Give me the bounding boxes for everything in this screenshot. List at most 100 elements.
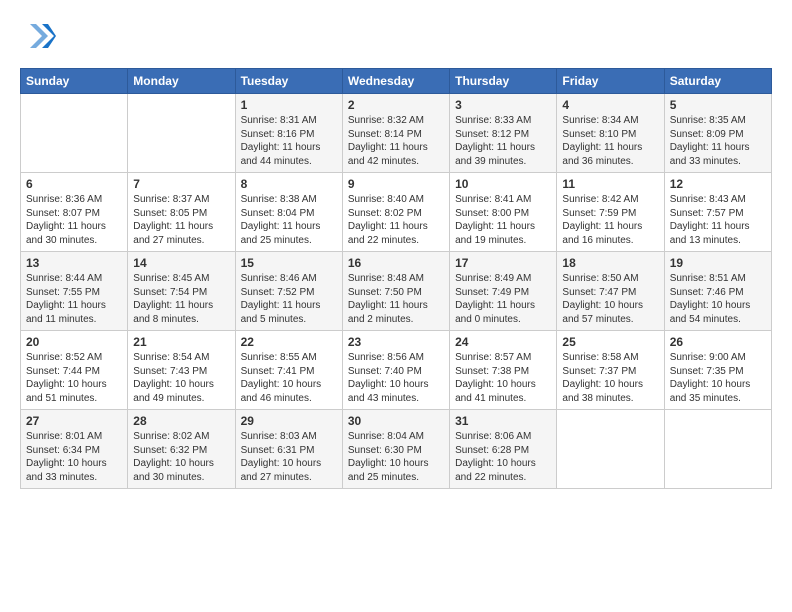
calendar-cell: 20 Sunrise: 8:52 AM Sunset: 7:44 PM Dayli…: [21, 331, 128, 410]
day-info: Sunrise: 8:34 AM Sunset: 8:10 PM Dayligh…: [562, 114, 658, 168]
day-number: 18: [562, 256, 658, 270]
day-number: 6: [26, 177, 122, 191]
calendar-cell: [664, 410, 771, 489]
calendar-cell: 14Sunrise: 8:45 AM Sunset: 7:54 PM Dayli…: [128, 252, 235, 331]
calendar-cell: 21 Sunrise: 8:54 AM Sunset: 7:43 PM Dayli…: [128, 331, 235, 410]
day-number: 11: [562, 177, 658, 191]
calendar-cell: 1 Sunrise: 8:31 AM Sunset: 8:16 PM Daylig…: [235, 94, 342, 173]
day-number: 1: [241, 98, 337, 112]
day-info: Sunrise: 8:35 AM Sunset: 8:09 PM Dayligh…: [670, 114, 766, 168]
calendar-cell: 26 Sunrise: 9:00 AM Sunset: 7:35 PM Dayli…: [664, 331, 771, 410]
day-info: Sunrise: 8:52 AM Sunset: 7:44 PM Dayligh…: [26, 351, 122, 405]
day-number: 22: [241, 335, 337, 349]
day-number: 26: [670, 335, 766, 349]
calendar-cell: 17 Sunrise: 8:49 AM Sunset: 7:49 PM Dayli…: [450, 252, 557, 331]
day-info: Sunrise: 8:56 AM Sunset: 7:40 PM Dayligh…: [348, 351, 444, 405]
calendar-cell: 11 Sunrise: 8:42 AM Sunset: 7:59 PM Dayli…: [557, 173, 664, 252]
calendar-cell: 12 Sunrise: 8:43 AM Sunset: 7:57 PM Dayli…: [664, 173, 771, 252]
day-number: 25: [562, 335, 658, 349]
weekday-header: Sunday: [21, 69, 128, 94]
calendar-cell: 6 Sunrise: 8:36 AM Sunset: 8:07 PM Daylig…: [21, 173, 128, 252]
calendar-cell: 29 Sunrise: 8:03 AM Sunset: 6:31 PM Dayli…: [235, 410, 342, 489]
calendar-cell: 8Sunrise: 8:38 AM Sunset: 8:04 PM Daylig…: [235, 173, 342, 252]
day-info: Sunrise: 8:49 AM Sunset: 7:49 PM Dayligh…: [455, 272, 551, 326]
day-info: Sunrise: 8:06 AM Sunset: 6:28 PM Dayligh…: [455, 430, 551, 484]
day-info: Sunrise: 8:43 AM Sunset: 7:57 PM Dayligh…: [670, 193, 766, 247]
calendar-cell: 16 Sunrise: 8:48 AM Sunset: 7:50 PM Dayli…: [342, 252, 449, 331]
day-info: Sunrise: 8:44 AM Sunset: 7:55 PM Dayligh…: [26, 272, 122, 326]
day-number: 19: [670, 256, 766, 270]
day-number: 12: [670, 177, 766, 191]
day-info: Sunrise: 8:42 AM Sunset: 7:59 PM Dayligh…: [562, 193, 658, 247]
day-number: 14: [133, 256, 229, 270]
calendar-week-row: 6 Sunrise: 8:36 AM Sunset: 8:07 PM Daylig…: [21, 173, 772, 252]
calendar-cell: [128, 94, 235, 173]
day-info: Sunrise: 8:38 AM Sunset: 8:04 PM Dayligh…: [241, 193, 337, 247]
day-number: 23: [348, 335, 444, 349]
day-number: 27: [26, 414, 122, 428]
calendar-table: SundayMondayTuesdayWednesdayThursdayFrid…: [20, 68, 772, 489]
day-info: Sunrise: 8:54 AM Sunset: 7:43 PM Dayligh…: [133, 351, 229, 405]
weekday-header: Friday: [557, 69, 664, 94]
calendar-cell: 28 Sunrise: 8:02 AM Sunset: 6:32 PM Dayli…: [128, 410, 235, 489]
calendar-week-row: 13 Sunrise: 8:44 AM Sunset: 7:55 PM Dayli…: [21, 252, 772, 331]
calendar-header: SundayMondayTuesdayWednesdayThursdayFrid…: [21, 69, 772, 94]
calendar-cell: [21, 94, 128, 173]
day-number: 5: [670, 98, 766, 112]
calendar-cell: 5 Sunrise: 8:35 AM Sunset: 8:09 PM Daylig…: [664, 94, 771, 173]
day-info: Sunrise: 8:01 AM Sunset: 6:34 PM Dayligh…: [26, 430, 122, 484]
calendar-week-row: 20 Sunrise: 8:52 AM Sunset: 7:44 PM Dayli…: [21, 331, 772, 410]
day-info: Sunrise: 8:41 AM Sunset: 8:00 PM Dayligh…: [455, 193, 551, 247]
day-info: Sunrise: 8:48 AM Sunset: 7:50 PM Dayligh…: [348, 272, 444, 326]
calendar-cell: 2 Sunrise: 8:32 AM Sunset: 8:14 PM Daylig…: [342, 94, 449, 173]
day-info: Sunrise: 8:36 AM Sunset: 8:07 PM Dayligh…: [26, 193, 122, 247]
weekday-header: Saturday: [664, 69, 771, 94]
day-number: 20: [26, 335, 122, 349]
day-number: 24: [455, 335, 551, 349]
day-info: Sunrise: 8:50 AM Sunset: 7:47 PM Dayligh…: [562, 272, 658, 326]
day-number: 2: [348, 98, 444, 112]
day-number: 4: [562, 98, 658, 112]
calendar-cell: [557, 410, 664, 489]
day-info: Sunrise: 8:55 AM Sunset: 7:41 PM Dayligh…: [241, 351, 337, 405]
calendar-cell: 24 Sunrise: 8:57 AM Sunset: 7:38 PM Dayli…: [450, 331, 557, 410]
calendar-cell: 15Sunrise: 8:46 AM Sunset: 7:52 PM Dayli…: [235, 252, 342, 331]
calendar-cell: 10 Sunrise: 8:41 AM Sunset: 8:00 PM Dayli…: [450, 173, 557, 252]
calendar-cell: 31 Sunrise: 8:06 AM Sunset: 6:28 PM Dayli…: [450, 410, 557, 489]
day-info: Sunrise: 8:37 AM Sunset: 8:05 PM Dayligh…: [133, 193, 229, 247]
page: SundayMondayTuesdayWednesdayThursdayFrid…: [0, 0, 792, 499]
day-number: 29: [241, 414, 337, 428]
day-info: Sunrise: 8:31 AM Sunset: 8:16 PM Dayligh…: [241, 114, 337, 168]
calendar-cell: 23 Sunrise: 8:56 AM Sunset: 7:40 PM Dayli…: [342, 331, 449, 410]
calendar-cell: 13 Sunrise: 8:44 AM Sunset: 7:55 PM Dayli…: [21, 252, 128, 331]
day-number: 9: [348, 177, 444, 191]
calendar-cell: 4 Sunrise: 8:34 AM Sunset: 8:10 PM Daylig…: [557, 94, 664, 173]
day-number: 7: [133, 177, 229, 191]
calendar-cell: 7 Sunrise: 8:37 AM Sunset: 8:05 PM Daylig…: [128, 173, 235, 252]
calendar-cell: 22 Sunrise: 8:55 AM Sunset: 7:41 PM Dayli…: [235, 331, 342, 410]
day-info: Sunrise: 8:02 AM Sunset: 6:32 PM Dayligh…: [133, 430, 229, 484]
day-number: 16: [348, 256, 444, 270]
weekday-header: Monday: [128, 69, 235, 94]
day-number: 13: [26, 256, 122, 270]
day-info: Sunrise: 8:57 AM Sunset: 7:38 PM Dayligh…: [455, 351, 551, 405]
day-number: 17: [455, 256, 551, 270]
day-number: 10: [455, 177, 551, 191]
weekday-header: Tuesday: [235, 69, 342, 94]
calendar-cell: 18 Sunrise: 8:50 AM Sunset: 7:47 PM Dayli…: [557, 252, 664, 331]
day-info: Sunrise: 8:33 AM Sunset: 8:12 PM Dayligh…: [455, 114, 551, 168]
weekday-header: Wednesday: [342, 69, 449, 94]
day-info: Sunrise: 8:03 AM Sunset: 6:31 PM Dayligh…: [241, 430, 337, 484]
day-info: Sunrise: 8:32 AM Sunset: 8:14 PM Dayligh…: [348, 114, 444, 168]
calendar-cell: 27 Sunrise: 8:01 AM Sunset: 6:34 PM Dayli…: [21, 410, 128, 489]
day-info: Sunrise: 9:00 AM Sunset: 7:35 PM Dayligh…: [670, 351, 766, 405]
calendar-cell: 3Sunrise: 8:33 AM Sunset: 8:12 PM Daylig…: [450, 94, 557, 173]
day-number: 21: [133, 335, 229, 349]
day-number: 30: [348, 414, 444, 428]
calendar-week-row: 1 Sunrise: 8:31 AM Sunset: 8:16 PM Daylig…: [21, 94, 772, 173]
logo: [20, 18, 60, 54]
calendar-week-row: 27 Sunrise: 8:01 AM Sunset: 6:34 PM Dayli…: [21, 410, 772, 489]
day-number: 31: [455, 414, 551, 428]
day-number: 28: [133, 414, 229, 428]
day-info: Sunrise: 8:40 AM Sunset: 8:02 PM Dayligh…: [348, 193, 444, 247]
